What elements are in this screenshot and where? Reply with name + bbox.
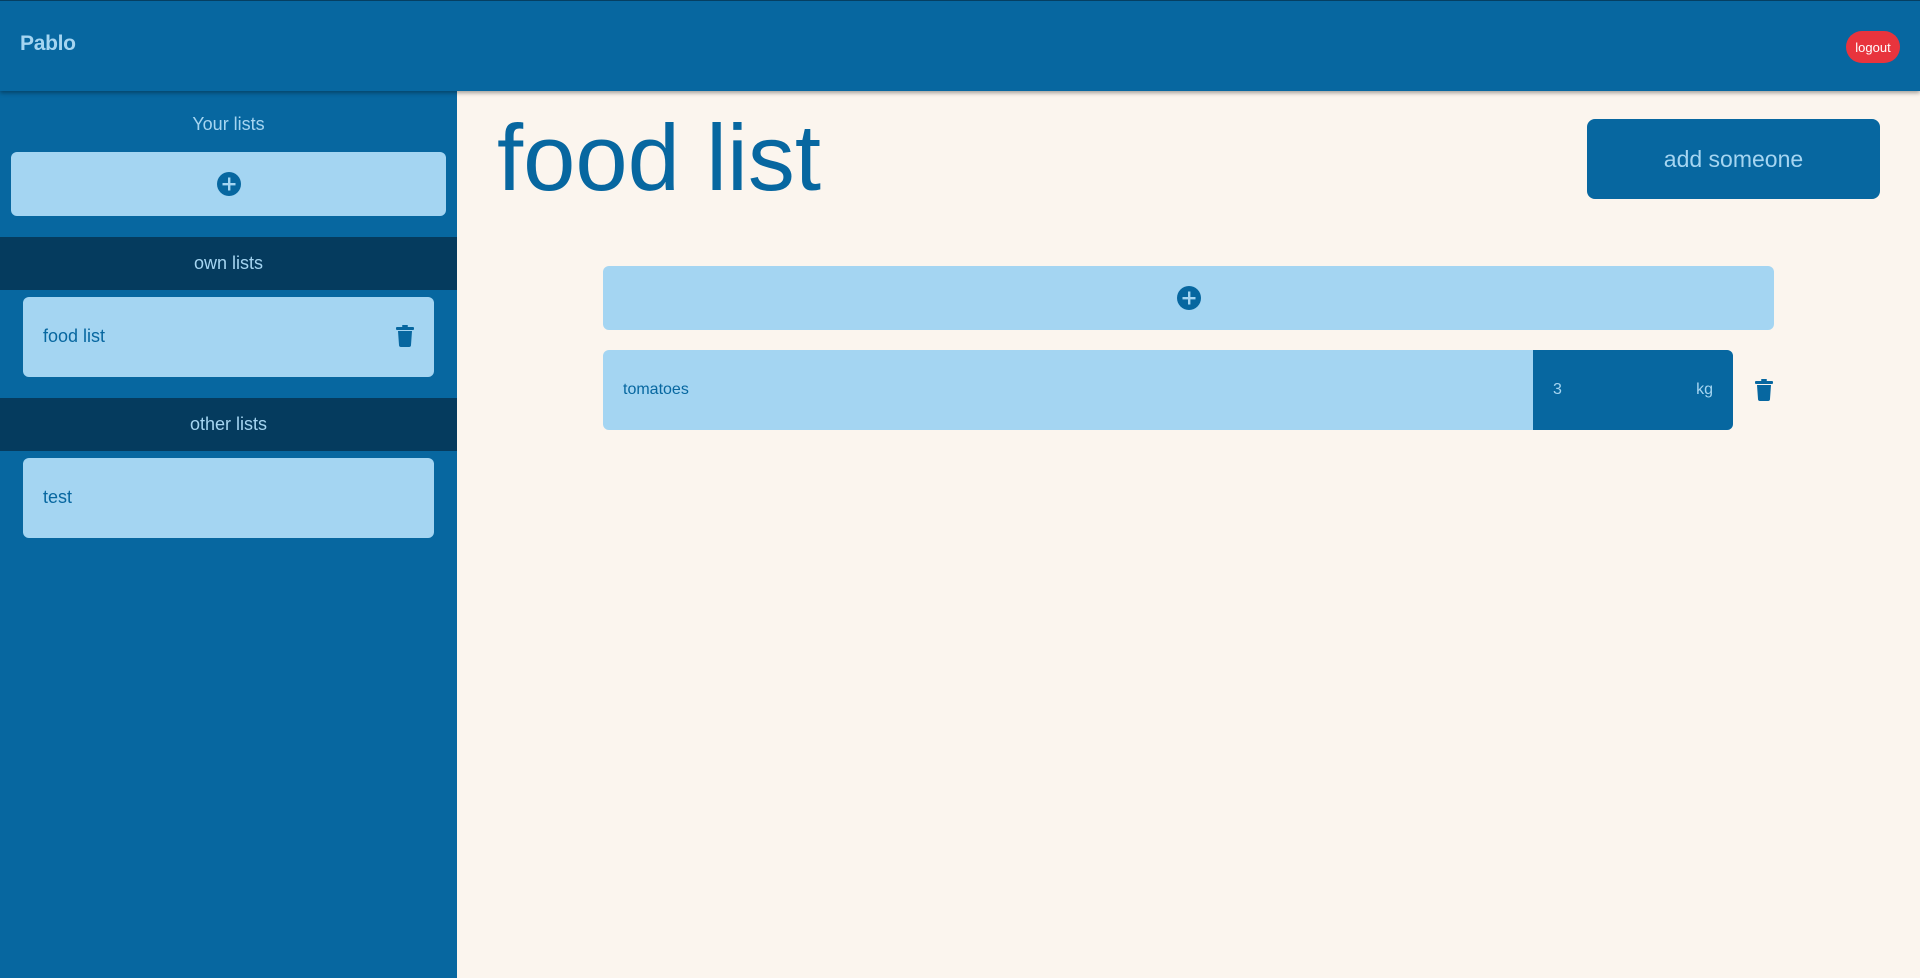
add-someone-button[interactable]: add someone xyxy=(1587,119,1880,199)
item-name[interactable]: tomatoes xyxy=(623,381,689,399)
sidebar-item-test[interactable]: test xyxy=(23,458,434,538)
add-item-button[interactable] xyxy=(603,266,1774,330)
sidebar: Your lists own lists food list other lis… xyxy=(0,91,457,978)
delete-list-button[interactable] xyxy=(395,325,415,347)
trash-icon xyxy=(396,325,414,347)
other-lists-heading: other lists xyxy=(0,398,457,451)
delete-item-button[interactable] xyxy=(1754,379,1774,401)
logout-button[interactable]: logout xyxy=(1846,31,1900,63)
list-item[interactable]: tomatoes 3 kg xyxy=(603,350,1733,430)
plus-circle-icon xyxy=(1176,286,1201,310)
add-list-button[interactable] xyxy=(11,152,446,216)
plus-circle-icon xyxy=(216,172,241,196)
trash-icon xyxy=(1755,379,1773,401)
sidebar-item-label: test xyxy=(43,487,73,507)
sidebar-title: Your lists xyxy=(192,114,265,134)
sidebar-item-food-list[interactable]: food list xyxy=(23,297,434,377)
top-bar: Pablo logout xyxy=(0,0,1920,91)
username: Pablo xyxy=(20,32,76,55)
item-unit: kg xyxy=(1696,381,1713,398)
own-lists-heading: own lists xyxy=(0,237,457,290)
item-quantity[interactable]: 3 xyxy=(1553,381,1562,399)
page-title: food list xyxy=(497,105,821,210)
sidebar-item-label: food list xyxy=(43,326,106,346)
item-quantity-field[interactable]: 3 kg xyxy=(1533,350,1733,430)
